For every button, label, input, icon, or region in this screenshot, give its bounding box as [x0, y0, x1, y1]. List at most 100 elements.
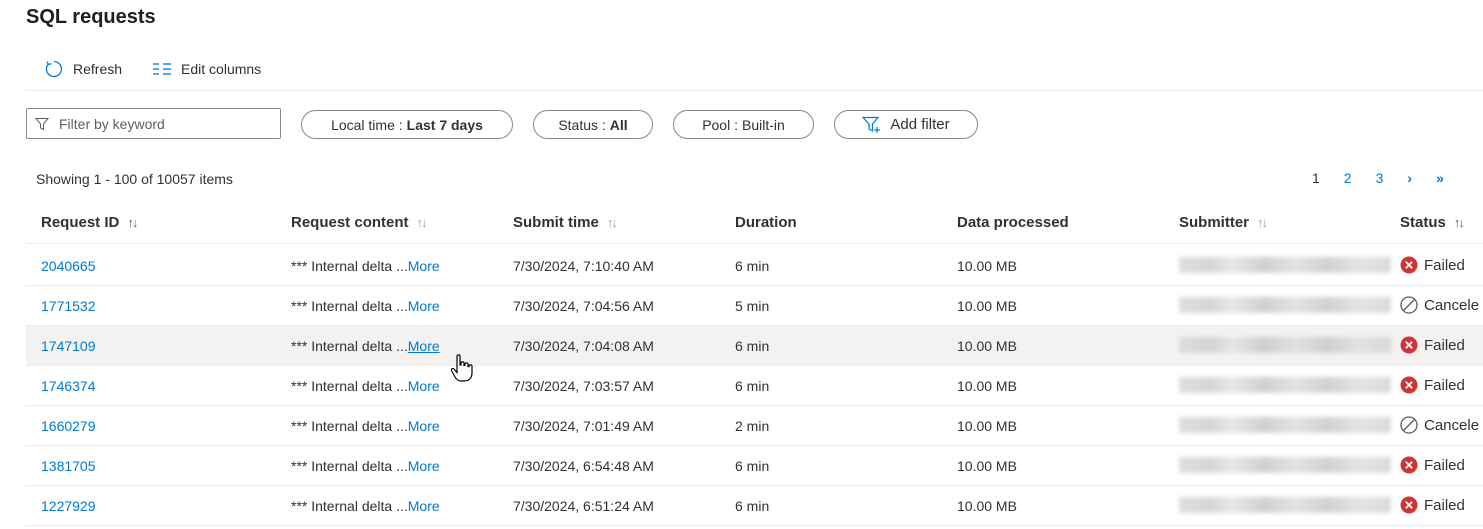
- refresh-label: Refresh: [73, 61, 123, 77]
- next-page-icon[interactable]: ›: [1407, 170, 1412, 186]
- hand-cursor-icon: [450, 354, 473, 382]
- column-status[interactable]: Status ↑↓: [1400, 214, 1465, 231]
- pool-filter-value: Built-in: [742, 116, 785, 133]
- more-link[interactable]: More: [408, 378, 440, 394]
- status-filter-label: Status :: [558, 116, 606, 133]
- add-filter-button[interactable]: Add filter: [834, 110, 978, 139]
- table-row[interactable]: 1660279 *** Internal delta ...More 7/30/20…: [26, 406, 1483, 446]
- submit-time-cell: 7/30/2024, 7:03:57 AM: [513, 378, 654, 394]
- table-row[interactable]: 1771532 *** Internal delta ...More 7/30/20…: [26, 286, 1483, 326]
- request-content-cell: *** Internal delta ...More: [291, 418, 440, 434]
- status-cell: Cancele: [1400, 296, 1479, 314]
- duration-cell: 6 min: [735, 258, 770, 274]
- status-label: Failed: [1424, 376, 1465, 394]
- status-cell: Failed: [1400, 496, 1465, 514]
- request-id-link[interactable]: 1660279: [41, 418, 96, 434]
- column-label: Submitter: [1179, 214, 1250, 231]
- data-processed-cell: 10.00 MB: [957, 298, 1017, 314]
- column-request-content[interactable]: Request content ↑↓: [291, 214, 428, 231]
- page-3[interactable]: 3: [1376, 170, 1384, 186]
- failed-icon: [1400, 336, 1418, 354]
- more-link[interactable]: More: [408, 338, 440, 354]
- column-label: Duration: [735, 214, 797, 231]
- request-content-cell: *** Internal delta ...More: [291, 498, 440, 514]
- submitter-redacted: [1179, 337, 1391, 353]
- failed-icon: [1400, 456, 1418, 474]
- submitter-redacted: [1179, 377, 1391, 393]
- page-1[interactable]: 1: [1312, 170, 1320, 186]
- status-cell: Failed: [1400, 456, 1465, 474]
- request-content-text: *** Internal delta ...: [291, 458, 408, 474]
- sort-icon[interactable]: ↑↓: [127, 215, 138, 230]
- status-filter-value: All: [609, 116, 628, 133]
- request-content-cell: *** Internal delta ...More: [291, 378, 440, 394]
- column-request-id[interactable]: Request ID ↑↓: [41, 214, 138, 231]
- keyword-filter-input[interactable]: [59, 115, 259, 132]
- keyword-filter[interactable]: [26, 108, 281, 139]
- pool-filter-pill[interactable]: Pool : Built-in: [673, 110, 814, 139]
- column-submit-time[interactable]: Submit time ↑↓: [513, 214, 618, 231]
- duration-cell: 6 min: [735, 338, 770, 354]
- sort-icon[interactable]: ↑↓: [417, 215, 428, 230]
- failed-icon: [1400, 376, 1418, 394]
- column-data-processed[interactable]: Data processed: [957, 214, 1069, 231]
- request-id-link[interactable]: 1771532: [41, 298, 96, 314]
- status-cell: Failed: [1400, 336, 1465, 354]
- request-content-cell: *** Internal delta ...More: [291, 458, 440, 474]
- status-cell: Failed: [1400, 376, 1465, 394]
- request-content-cell: *** Internal delta ...More: [291, 258, 440, 274]
- table-row[interactable]: 1381705 *** Internal delta ...More 7/30/20…: [26, 446, 1483, 486]
- submit-time-cell: 7/30/2024, 7:04:08 AM: [513, 338, 654, 354]
- table-row[interactable]: 1747109 *** Internal delta ...More 7/30/20…: [26, 326, 1483, 366]
- table-row[interactable]: 2040665 *** Internal delta ...More 7/30/20…: [26, 246, 1483, 286]
- table-row[interactable]: 1227929 *** Internal delta ...More 7/30/20…: [26, 486, 1483, 526]
- more-link[interactable]: More: [408, 498, 440, 514]
- sort-icon[interactable]: ↑↓: [1454, 215, 1465, 230]
- page-title: SQL requests: [26, 6, 156, 28]
- last-page-icon[interactable]: »: [1436, 170, 1444, 186]
- request-id-link[interactable]: 2040665: [41, 258, 96, 274]
- column-duration[interactable]: Duration: [735, 214, 797, 231]
- time-filter-pill[interactable]: Local time : Last 7 days: [301, 110, 513, 139]
- refresh-button[interactable]: Refresh: [44, 59, 122, 79]
- column-submitter[interactable]: Submitter ↑↓: [1179, 214, 1268, 231]
- add-filter-icon: [862, 116, 881, 133]
- request-content-cell: *** Internal delta ...More: [291, 298, 440, 314]
- duration-cell: 5 min: [735, 298, 770, 314]
- data-processed-cell: 10.00 MB: [957, 378, 1017, 394]
- submitter-redacted: [1179, 297, 1391, 313]
- duration-cell: 2 min: [735, 418, 770, 434]
- request-id-link[interactable]: 1381705: [41, 458, 96, 474]
- cancelled-icon: [1400, 296, 1418, 314]
- more-link[interactable]: More: [408, 298, 440, 314]
- status-label: Cancele: [1424, 296, 1480, 314]
- submit-time-cell: 7/30/2024, 6:54:48 AM: [513, 458, 654, 474]
- request-content-text: *** Internal delta ...: [291, 378, 408, 394]
- table-row[interactable]: 1746374 *** Internal delta ...More 7/30/20…: [26, 366, 1483, 406]
- table-header: Request ID ↑↓ Request content ↑↓ Submit …: [26, 202, 1483, 244]
- column-label: Status: [1400, 214, 1446, 231]
- request-content-text: *** Internal delta ...: [291, 258, 408, 274]
- column-label: Request content: [291, 214, 409, 231]
- request-content-text: *** Internal delta ...: [291, 498, 408, 514]
- toolbar-divider: [26, 90, 1483, 91]
- items-count: Showing 1 - 100 of 10057 items: [36, 171, 233, 187]
- pool-filter-label: Pool :: [702, 116, 738, 133]
- submit-time-cell: 7/30/2024, 7:04:56 AM: [513, 298, 654, 314]
- request-id-link[interactable]: 1747109: [41, 338, 96, 354]
- sort-icon[interactable]: ↑↓: [1257, 215, 1268, 230]
- page-2[interactable]: 2: [1344, 170, 1352, 186]
- submitter-redacted: [1179, 457, 1391, 473]
- more-link[interactable]: More: [408, 458, 440, 474]
- more-link[interactable]: More: [408, 258, 440, 274]
- edit-columns-button[interactable]: Edit columns: [152, 61, 261, 77]
- sort-icon[interactable]: ↑↓: [607, 215, 618, 230]
- toolbar: Refresh Edit columns: [44, 58, 291, 80]
- request-id-link[interactable]: 1227929: [41, 498, 96, 514]
- pagination: 1 2 3 › »: [1312, 170, 1444, 186]
- status-filter-pill[interactable]: Status : All: [533, 110, 653, 139]
- request-id-link[interactable]: 1746374: [41, 378, 96, 394]
- column-label: Request ID: [41, 214, 120, 231]
- more-link[interactable]: More: [408, 418, 440, 434]
- status-label: Failed: [1424, 336, 1465, 354]
